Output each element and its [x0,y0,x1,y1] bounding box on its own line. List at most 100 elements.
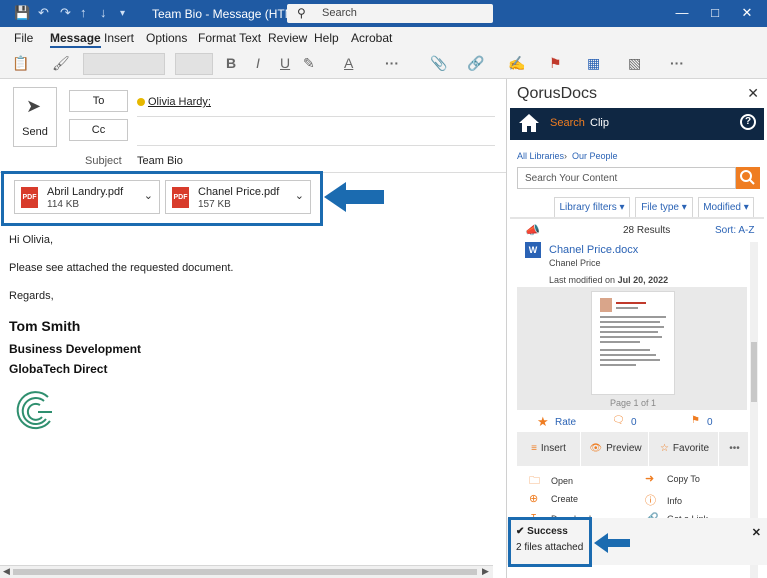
to-field[interactable]: Olivia Hardy; [137,96,211,108]
body-text: Please see attached the requested docume… [9,262,234,274]
library-filters-dropdown[interactable]: Library filters ▾ [554,197,630,219]
close-icon[interactable]: ✕ [740,5,754,21]
save-icon[interactable]: 💾 [14,5,30,21]
result-author: Chanel Price [549,258,601,268]
menu-acrobat[interactable]: Acrobat [351,31,392,45]
maximize-icon[interactable]: □ [708,5,722,20]
callout-arrow-icon [324,182,384,212]
toast-close-icon[interactable]: ✕ [752,526,761,539]
info-command[interactable]: ⓘ Info [645,492,682,508]
signature-company: GlobaTech Direct [9,362,108,376]
result-title[interactable]: Chanel Price.docx [549,244,638,256]
recipient-name[interactable]: Olivia Hardy; [148,96,211,108]
horizontal-scrollbar[interactable]: ◀ ▶ [0,565,493,578]
subject-field[interactable]: Team Bio [137,155,183,167]
signature-name: Tom Smith [9,318,81,334]
font-size-select[interactable] [175,53,213,75]
signature-department: Business Development [9,342,142,356]
minimize-icon[interactable]: — [675,5,689,20]
open-command[interactable]: 🗀 Open [529,472,573,491]
flag-icon[interactable]: ⚑ [549,55,562,72]
more-actions-button[interactable]: ••• [721,432,749,466]
company-logo [16,391,52,430]
menu-message[interactable]: Message [50,31,101,48]
attachment-name: Chanel Price.pdf [198,186,280,198]
font-name-select[interactable] [83,53,165,75]
page-info: Page 1 of 1 [610,398,657,408]
search-placeholder: Search [322,7,357,19]
scrollbar-thumb[interactable] [751,342,757,402]
title-bar: 💾 ↶ ↷ ↑ ↓ ▾ Team Bio - Message (HTML) ⚲ … [0,0,767,27]
close-pane-icon[interactable]: ✕ [747,85,759,102]
tab-search[interactable]: Search [550,117,585,129]
help-icon[interactable]: ? [740,114,756,130]
attachment-item[interactable]: PDF Abril Landry.pdf 114 KB ⌄ [14,180,160,214]
underline-icon[interactable]: U [280,55,290,71]
preview-button[interactable]: 👁 Preview [583,432,649,466]
font-color-icon[interactable]: A [344,55,353,71]
attach-file-icon[interactable]: 📎 [430,55,447,72]
italic-icon[interactable]: I [256,55,260,71]
undo-icon[interactable]: ↶ [38,5,49,21]
format-painter-icon[interactable]: 🖌 [52,55,70,72]
down-arrow-icon[interactable]: ↓ [100,5,107,20]
result-modified: Last modified on Jul 20, 2022 [549,275,668,285]
redo-icon[interactable]: ↷ [60,5,71,21]
scroll-right-icon[interactable]: ▶ [482,566,489,577]
modified-dropdown[interactable]: Modified ▾ [698,197,754,219]
chevron-down-icon[interactable]: ⌄ [295,189,304,202]
attachment-name: Abril Landry.pdf [47,186,124,198]
preview-label: Preview [606,443,642,454]
file-type-dropdown[interactable]: File type ▾ [635,197,693,219]
menu-insert[interactable]: Insert [104,31,134,45]
menu-file[interactable]: File [14,31,33,45]
home-icon[interactable] [518,112,540,134]
document-thumbnail[interactable] [591,291,675,395]
search-button[interactable] [736,167,760,189]
breadcrumb-our-people[interactable]: Our People [572,151,618,161]
chevron-down-icon[interactable]: ⌄ [144,189,153,202]
create-command[interactable]: ⊕ Create [529,492,578,505]
paste-icon[interactable]: 📋 [12,55,29,72]
addin-icon[interactable]: ▧ [628,55,641,72]
content-search-input[interactable]: Search Your Content [517,167,736,189]
menu-help[interactable]: Help [314,31,339,45]
tags-icon[interactable]: ▦ [587,55,600,72]
menu-review[interactable]: Review [268,31,307,45]
sort-control[interactable]: Sort: A-Z [715,225,754,236]
to-divider [137,116,495,117]
callout-arrow-icon [594,533,630,553]
info-icon: ⓘ [645,495,656,507]
search-placeholder: Search Your Content [525,173,618,184]
copy-to-command[interactable]: ➜ Copy To [645,472,700,485]
overflow-icon[interactable]: ··· [670,55,684,71]
bold-icon[interactable]: B [226,55,236,71]
favorite-button[interactable]: ☆ Favorite [651,432,719,466]
to-button[interactable]: To [69,90,128,112]
copy-to-label: Copy To [667,474,700,484]
rate-label[interactable]: Rate [555,417,576,428]
megaphone-icon: 📣 [525,223,540,237]
more-icon[interactable]: ··· [385,55,399,71]
comment-icon[interactable]: 🗨 [612,415,625,426]
cc-button[interactable]: Cc [69,119,128,141]
star-icon[interactable]: ★ [537,414,549,430]
send-button[interactable]: ➤ Send [13,87,57,147]
scrollbar-thumb[interactable] [13,569,477,575]
signature-icon[interactable]: ✍ [508,55,525,72]
customize-toolbar-icon[interactable]: ▾ [120,8,125,19]
search-box[interactable]: ⚲ Search [287,4,493,23]
attachment-size: 157 KB [198,199,231,210]
tab-clip[interactable]: Clip [590,117,609,129]
menu-options[interactable]: Options [146,31,187,45]
flag-count-icon[interactable]: ⚑ [691,415,700,426]
create-label: Create [551,494,579,504]
link-icon[interactable]: 🔗 [467,55,484,72]
up-arrow-icon[interactable]: ↑ [80,5,87,20]
menu-format-text[interactable]: Format Text [198,31,261,45]
attachment-item[interactable]: PDF Chanel Price.pdf 157 KB ⌄ [165,180,311,214]
scroll-left-icon[interactable]: ◀ [3,566,10,577]
highlight-icon[interactable]: ✎ [303,55,315,72]
insert-button[interactable]: ≡ Insert [517,432,581,466]
breadcrumb-all-libraries[interactable]: All Libraries [517,151,564,161]
